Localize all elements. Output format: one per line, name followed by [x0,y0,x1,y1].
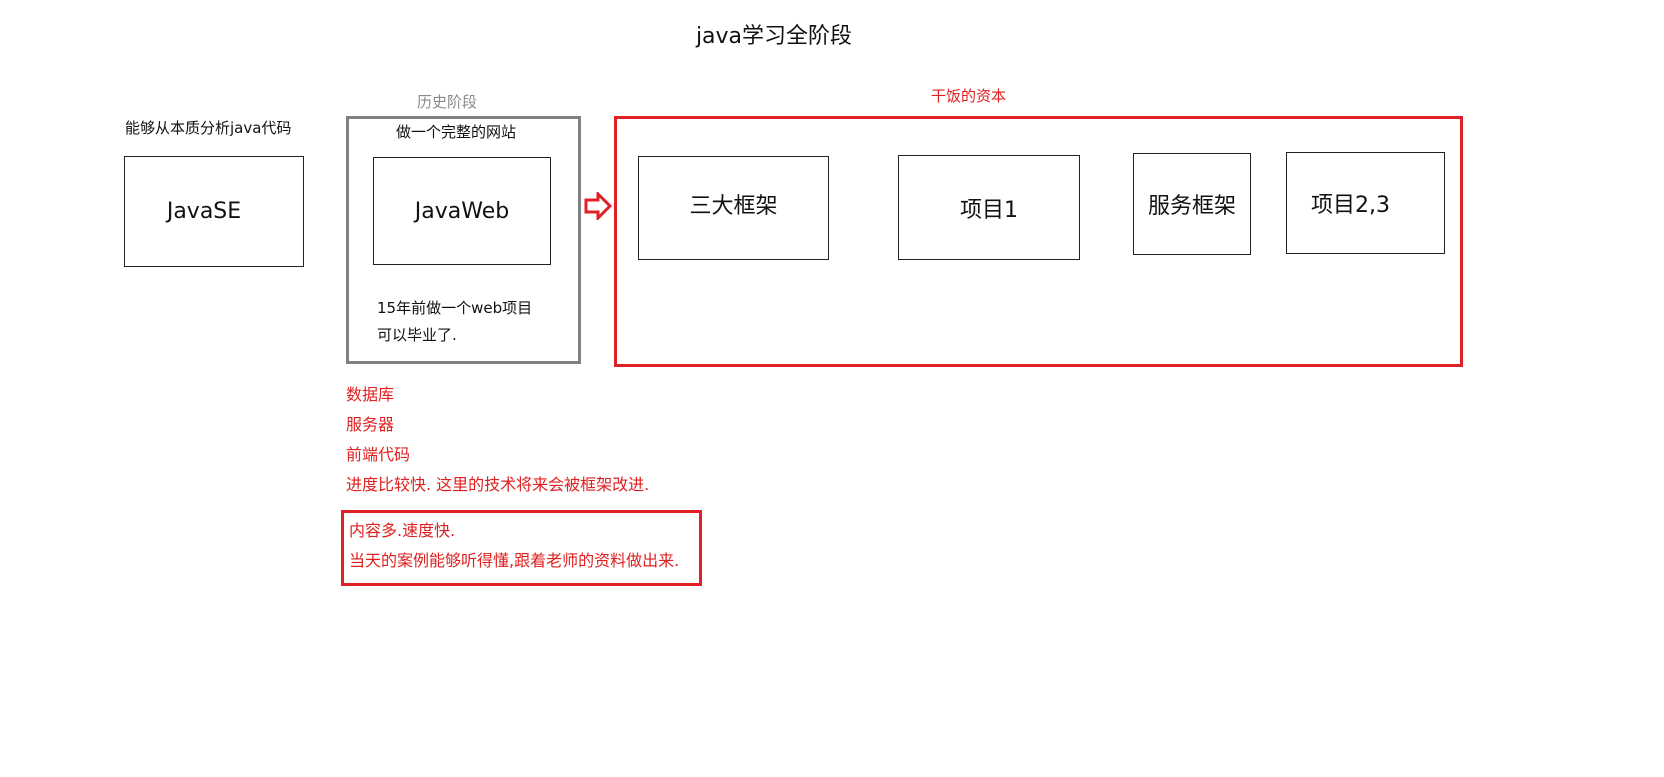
note-item: 数据库 [346,385,395,404]
project1-label: 项目1 [960,197,1018,223]
capital-caption: 干饭的资本 [931,87,1007,105]
project1-box: 项目1 [898,155,1080,260]
framework-label: 三大框架 [689,194,778,219]
javaweb-box: JavaWeb [373,157,551,265]
history-note-line2: 可以毕业了. [377,326,457,344]
history-header: 做一个完整的网站 [396,123,517,141]
right-arrow-icon [584,192,612,220]
javase-caption: 能够从本质分析java代码 [125,119,292,137]
javase-box: JavaSE [124,156,304,267]
service-framework-box: 服务框架 [1133,153,1251,255]
project23-label: 项目2,3 [1311,193,1390,218]
history-note-line1: 15年前做一个web项目 [377,299,533,317]
note-item: 前端代码 [346,445,411,464]
note-item: 进度比较快. 这里的技术将来会被框架改进. [346,475,650,494]
history-stage-box: 做一个完整的网站 JavaWeb 15年前做一个web项目 可以毕业了. [346,116,581,364]
tip-box: 内容多.速度快. 当天的案例能够听得懂,跟着老师的资料做出来. [341,510,702,586]
tip-line: 内容多.速度快. [349,521,456,540]
javase-label: JavaSE [166,199,242,224]
diagram-title: java学习全阶段 [695,24,853,49]
framework-box: 三大框架 [638,156,829,260]
tip-line: 当天的案例能够听得懂,跟着老师的资料做出来. [349,551,680,570]
service-framework-label: 服务框架 [1147,194,1236,219]
history-caption: 历史阶段 [417,93,478,111]
notes-list: 数据库 服务器 前端代码 进度比较快. 这里的技术将来会被框架改进. [346,380,649,500]
project23-box: 项目2,3 [1286,152,1445,254]
javaweb-label: JavaWeb [414,198,510,224]
note-item: 服务器 [346,415,395,434]
